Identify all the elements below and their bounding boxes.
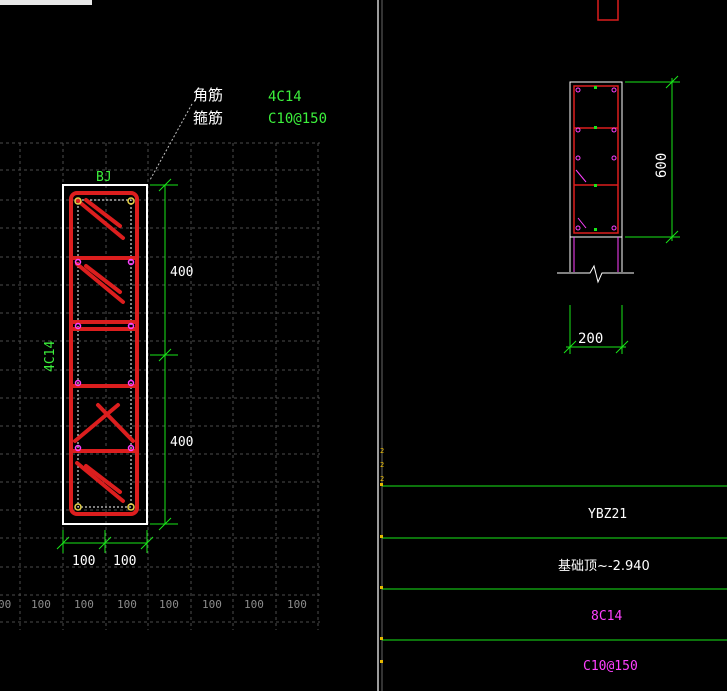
table-column-name: YBZ21 [588,507,627,522]
dim-100-left: 100 [72,554,95,569]
leader-line [149,103,193,181]
dim-200: 200 [578,331,603,347]
grid-label: 00 [0,598,11,611]
corner-rebar-label: 角筋 [193,86,223,104]
grid-label: 100 [287,598,307,611]
section-label: BJ [96,170,112,185]
vertical-dimension[interactable] [150,178,178,531]
table-longitudinal-rebar: 8C14 [591,609,622,624]
dim-400-upper: 400 [170,265,193,280]
grid-label: 100 [202,598,222,611]
table-elevation: 基础顶~-2.940 [558,559,650,574]
stirrup-label: 箍筋 [193,109,223,127]
viewport-tab[interactable] [0,0,92,5]
horizontal-dimension[interactable] [56,530,154,553]
side-rebar-label: 4C14 [43,341,58,372]
column-section[interactable]: BJ 4C14 [43,170,148,525]
dashed-grid [0,142,320,630]
column-ties [574,127,618,186]
upper-element-fragment [597,0,619,21]
stirrup-value: C10@150 [268,111,327,127]
table-stirrup: C10@150 [583,659,638,674]
grid-label: 100 [74,598,94,611]
column-bar-marks [594,86,597,231]
diagonal-hooks [73,198,135,503]
edge-mark: 2 [380,447,384,455]
concrete-outline [62,184,148,525]
schedule-table[interactable] [382,485,727,641]
column-stirrup [573,85,619,234]
column-tie-hooks [575,87,617,231]
grid-label: 100 [117,598,137,611]
height-dimension[interactable] [625,75,680,244]
dim-400-lower: 400 [170,435,193,450]
longitudinal-bars [74,197,135,511]
inner-hoop-line [77,199,132,508]
cad-drawing-canvas[interactable]: 00 100 100 100 100 100 100 100 角筋 4C14 箍… [0,0,727,691]
edge-mark: 2 [380,475,384,483]
dim-600: 600 [654,153,670,178]
edge-mark: 2 [380,461,384,469]
dim-100-right: 100 [113,554,136,569]
rebar-annotation[interactable]: 角筋 4C14 箍筋 C10@150 [149,86,327,181]
grid-labels: 00 100 100 100 100 100 100 100 [0,598,307,611]
corner-rebar-value: 4C14 [268,89,302,105]
grid-label: 100 [31,598,51,611]
column-elevation[interactable] [557,81,634,284]
column-shaft [569,237,623,272]
edge-marks: 2 2 2 [380,447,384,483]
grid-label: 100 [159,598,179,611]
grid-label: 100 [244,598,264,611]
